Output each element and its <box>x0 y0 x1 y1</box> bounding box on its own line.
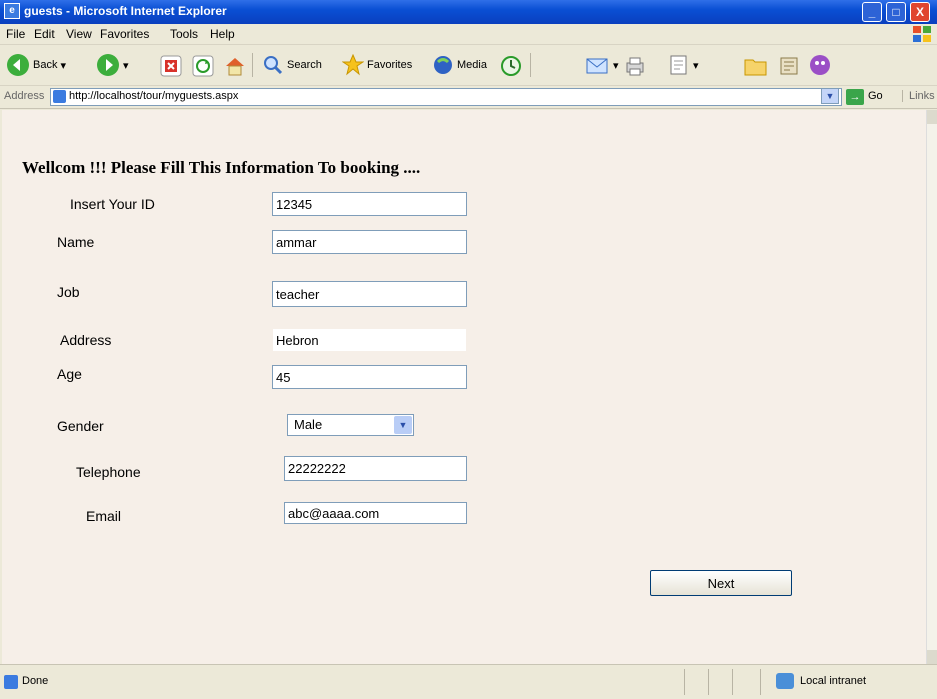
media-icon <box>434 56 452 74</box>
refresh-icon[interactable] <box>192 55 214 77</box>
chevron-down-icon[interactable]: ▾ <box>123 59 129 72</box>
next-button[interactable]: Next <box>650 570 792 596</box>
chevron-down-icon[interactable]: ▼ <box>394 416 412 434</box>
scroll-up-arrow-icon[interactable] <box>927 110 937 124</box>
window-title: guests - Microsoft Internet Explorer <box>24 4 227 18</box>
status-divider <box>732 669 733 695</box>
history-icon[interactable] <box>500 55 522 77</box>
search-icon <box>264 56 283 75</box>
chevron-down-icon[interactable]: ▾ <box>613 59 619 72</box>
telephone-label: Telephone <box>76 464 141 480</box>
status-text: Done <box>22 675 49 687</box>
stop-icon[interactable] <box>160 55 182 77</box>
go-arrow-icon[interactable]: → <box>846 89 864 105</box>
go-button[interactable]: Go <box>868 90 883 102</box>
standard-toolbar: Back ▾ ▾ Search Favorites Media ▾ ▾ <box>0 45 937 86</box>
scroll-down-arrow-icon[interactable] <box>927 650 937 664</box>
favorites-button[interactable]: Favorites <box>342 51 412 79</box>
menu-tools[interactable]: Tools <box>170 27 198 41</box>
title-bar: e guests - Microsoft Internet Explorer _… <box>0 0 937 24</box>
media-button[interactable]: Media <box>432 51 487 79</box>
name-label: Name <box>57 234 95 250</box>
vertical-scrollbar[interactable] <box>926 110 937 664</box>
name-input[interactable] <box>272 230 467 254</box>
ie-app-icon: e <box>4 3 20 19</box>
status-divider <box>760 669 761 695</box>
menu-bar: File Edit View Favorites Tools Help <box>0 24 937 45</box>
mail-button[interactable]: ▾ <box>586 51 619 79</box>
menu-favorites[interactable]: Favorites <box>100 27 149 41</box>
menu-file[interactable]: File <box>6 27 25 41</box>
edit-icon <box>670 55 687 75</box>
email-label: Email <box>86 508 122 524</box>
menu-edit[interactable]: Edit <box>34 27 55 41</box>
job-input[interactable] <box>272 281 467 307</box>
address-input[interactable]: http://localhost/tour/myguests.aspx <box>50 88 842 106</box>
security-zone-text: Local intranet <box>800 675 867 687</box>
address-field-label: Address <box>60 332 112 348</box>
chevron-down-icon[interactable]: ▾ <box>60 59 66 72</box>
menu-help[interactable]: Help <box>210 27 235 41</box>
back-button[interactable]: Back ▾ <box>6 51 66 79</box>
page-done-icon <box>4 675 18 689</box>
intranet-zone-icon <box>776 673 794 689</box>
windows-logo-icon <box>913 26 931 42</box>
favorites-star-icon <box>342 54 364 76</box>
id-label: Insert Your ID <box>70 196 155 212</box>
age-input[interactable] <box>272 365 467 389</box>
telephone-input[interactable] <box>284 456 467 481</box>
minimize-button[interactable]: _ <box>862 2 882 22</box>
status-divider <box>708 669 709 695</box>
chevron-down-icon[interactable]: ▼ <box>821 88 839 104</box>
back-arrow-icon <box>7 54 29 76</box>
status-divider <box>684 669 685 695</box>
status-bar: Done Local intranet <box>0 664 937 699</box>
toolbar-separator <box>530 53 531 77</box>
toolbar-separator <box>252 53 253 77</box>
page-icon <box>53 90 66 103</box>
home-icon[interactable] <box>224 55 246 77</box>
address-input-field[interactable] <box>272 328 467 352</box>
edit-button[interactable]: ▾ <box>668 51 699 79</box>
address-url: http://localhost/tour/myguests.aspx <box>69 90 239 102</box>
address-bar: Address http://localhost/tour/myguests.a… <box>0 86 937 109</box>
gender-select[interactable]: Male ▼ <box>287 414 414 436</box>
messenger-icon[interactable] <box>808 53 832 77</box>
gender-label: Gender <box>57 418 104 434</box>
menu-view[interactable]: View <box>66 27 92 41</box>
age-label: Age <box>57 366 82 382</box>
page-heading: Wellcom !!! Please Fill This Information… <box>22 158 421 177</box>
close-button[interactable]: X <box>910 2 930 22</box>
forward-arrow-icon <box>97 54 119 76</box>
page-content: Wellcom !!! Please Fill This Information… <box>2 110 926 664</box>
links-button[interactable]: Links <box>902 90 935 102</box>
job-label: Job <box>57 284 80 300</box>
id-input[interactable] <box>272 192 467 216</box>
search-button[interactable]: Search <box>262 51 322 79</box>
print-icon[interactable] <box>624 55 646 77</box>
folder-icon[interactable] <box>744 55 768 77</box>
maximize-button[interactable]: □ <box>886 2 906 22</box>
forward-button[interactable]: ▾ <box>96 51 129 79</box>
chevron-down-icon[interactable]: ▾ <box>693 59 699 72</box>
address-label: Address <box>4 90 45 102</box>
research-icon[interactable] <box>778 55 800 77</box>
email-input[interactable] <box>284 502 467 524</box>
mail-icon <box>586 58 608 74</box>
gender-selected-value: Male <box>294 417 323 432</box>
